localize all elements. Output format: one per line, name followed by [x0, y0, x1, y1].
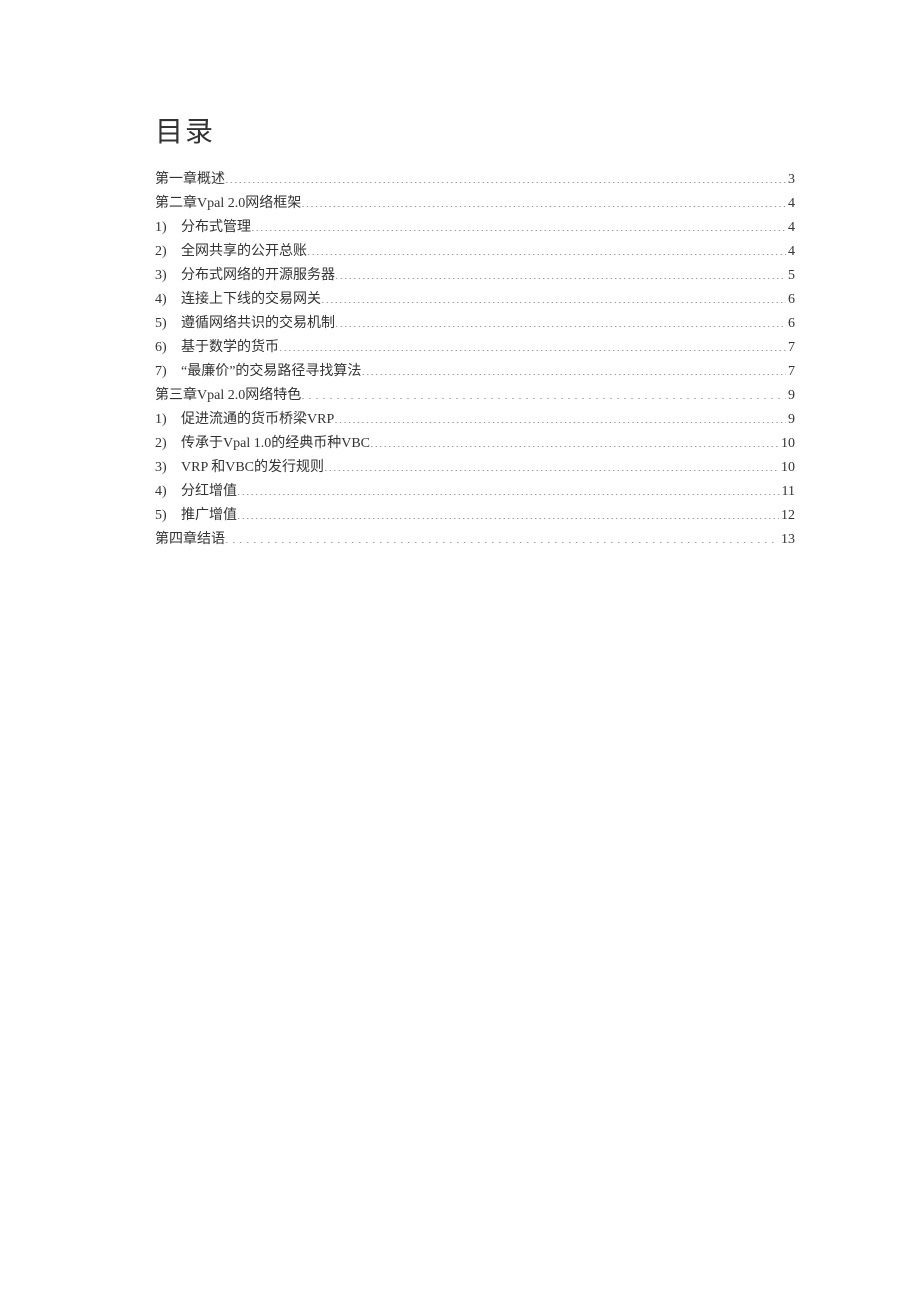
toc-entry-page: 7 — [786, 336, 795, 360]
toc-entry-label: 促进流通的货币桥梁VRP — [181, 408, 334, 432]
toc-entry-marker: 5) — [155, 312, 181, 336]
toc-entry[interactable]: 2)全网共享的公开总账 4 — [155, 240, 795, 264]
toc-entry[interactable]: 7)“最廉价”的交易路径寻找算法 7 — [155, 360, 795, 384]
toc-entry[interactable]: 第三章Vpal 2.0网络特色 9 — [155, 384, 795, 408]
toc-entry-label: 推广增值 — [181, 504, 237, 528]
toc-entry[interactable]: 3)VRP 和VBC的发行规则 10 — [155, 456, 795, 480]
toc-leader — [361, 361, 786, 375]
toc-entry-page: 4 — [786, 240, 795, 264]
toc-entry-page: 5 — [786, 264, 795, 288]
toc-entry-label: 传承于Vpal 1.0的经典币种VBC — [181, 432, 370, 456]
toc-leader — [370, 433, 779, 447]
toc-entry-marker: 4) — [155, 288, 181, 312]
toc-leader — [321, 289, 786, 303]
toc-entry-marker: 3) — [155, 264, 181, 288]
toc-entry-marker: 7) — [155, 360, 181, 384]
toc-entry-label: 第四章结语 — [155, 528, 225, 552]
toc-entry-label: 分红增值 — [181, 480, 237, 504]
toc-entry-page: 12 — [779, 504, 795, 528]
toc-leader — [225, 529, 779, 543]
toc-entry-label: “最廉价”的交易路径寻找算法 — [181, 360, 361, 384]
toc-entry[interactable]: 2)传承于Vpal 1.0的经典币种VBC 10 — [155, 432, 795, 456]
toc-entry[interactable]: 5)推广增值 12 — [155, 504, 795, 528]
toc-leader — [324, 457, 779, 471]
toc-entry-page: 9 — [786, 408, 795, 432]
toc-entry[interactable]: 第四章结语 13 — [155, 528, 795, 552]
toc-leader — [225, 169, 786, 183]
toc-entry-marker: 2) — [155, 240, 181, 264]
toc-leader — [307, 241, 786, 255]
toc-entry-marker: 6) — [155, 336, 181, 360]
toc-entry[interactable]: 3)分布式网络的开源服务器 5 — [155, 264, 795, 288]
toc-entry[interactable]: 4)连接上下线的交易网关 6 — [155, 288, 795, 312]
toc-entry-page: 4 — [786, 216, 795, 240]
toc-entry[interactable]: 6)基于数学的货币 7 — [155, 336, 795, 360]
toc-entry-marker: 3) — [155, 456, 181, 480]
toc-entry[interactable]: 5)遵循网络共识的交易机制 6 — [155, 312, 795, 336]
toc-leader — [334, 409, 786, 423]
toc-entry-page: 4 — [786, 192, 795, 216]
toc-entry-marker: 1) — [155, 216, 181, 240]
toc-entry[interactable]: 第一章概述 3 — [155, 168, 795, 192]
toc-entry[interactable]: 1)分布式管理 4 — [155, 216, 795, 240]
toc-entry-label: 第二章Vpal 2.0网络框架 — [155, 192, 301, 216]
toc-entry[interactable]: 第二章Vpal 2.0网络框架 4 — [155, 192, 795, 216]
toc-entry-marker: 2) — [155, 432, 181, 456]
toc-entry-label: 全网共享的公开总账 — [181, 240, 307, 264]
toc-entry-page: 3 — [786, 168, 795, 192]
toc-leader — [237, 481, 780, 495]
toc-entry-label: VRP 和VBC的发行规则 — [181, 456, 324, 480]
toc-entry-marker: 5) — [155, 504, 181, 528]
toc-leader — [335, 313, 786, 327]
toc-list: 第一章概述3第二章Vpal 2.0网络框架41)分布式管理42)全网共享的公开总… — [155, 168, 795, 552]
toc-entry-label: 分布式管理 — [181, 216, 251, 240]
toc-leader — [279, 337, 786, 351]
toc-entry-page: 6 — [786, 312, 795, 336]
toc-entry-label: 第一章概述 — [155, 168, 225, 192]
toc-entry-marker: 1) — [155, 408, 181, 432]
toc-leader — [301, 385, 786, 399]
toc-entry-label: 第三章Vpal 2.0网络特色 — [155, 384, 301, 408]
toc-leader — [251, 217, 786, 231]
toc-leader — [237, 505, 779, 519]
toc-entry-marker: 4) — [155, 480, 181, 504]
toc-entry-label: 连接上下线的交易网关 — [181, 288, 321, 312]
toc-entry-page: 13 — [779, 528, 795, 552]
toc-title: 目录 — [155, 110, 795, 150]
toc-entry-label: 分布式网络的开源服务器 — [181, 264, 335, 288]
toc-leader — [335, 265, 786, 279]
toc-leader — [301, 193, 786, 207]
toc-entry-page: 7 — [786, 360, 795, 384]
toc-entry-page: 10 — [779, 432, 795, 456]
toc-entry-label: 基于数学的货币 — [181, 336, 279, 360]
toc-entry[interactable]: 4)分红增值 11 — [155, 480, 795, 504]
toc-entry-page: 10 — [779, 456, 795, 480]
toc-entry-label: 遵循网络共识的交易机制 — [181, 312, 335, 336]
toc-entry-page: 6 — [786, 288, 795, 312]
toc-entry[interactable]: 1)促进流通的货币桥梁VRP 9 — [155, 408, 795, 432]
toc-entry-page: 11 — [780, 480, 795, 504]
toc-entry-page: 9 — [786, 384, 795, 408]
